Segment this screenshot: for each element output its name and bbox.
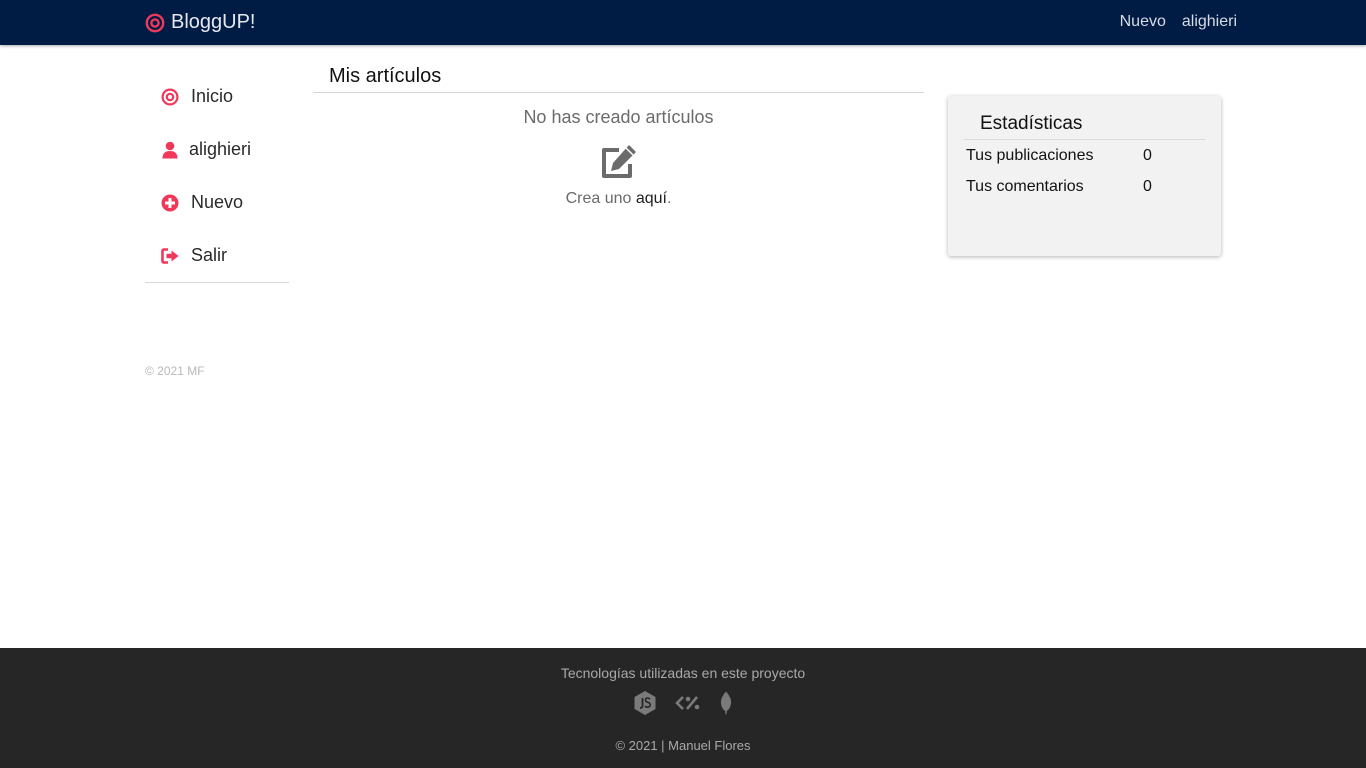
empty-state: No has creado artículos Crea uno aquí. <box>313 107 924 208</box>
stats-title: Estadísticas <box>964 110 1205 140</box>
sidebar-item-salir[interactable]: Salir <box>145 229 289 282</box>
sign-out-icon <box>161 247 179 265</box>
tech-icons <box>0 690 1366 721</box>
sidebar-item-nuevo[interactable]: Nuevo <box>145 176 289 229</box>
footer-title: Tecnologías utilizadas en este proyecto <box>560 665 806 681</box>
ejs-icon <box>675 693 701 718</box>
top-navbar: BloggUP! Nuevo alighieri <box>0 0 1366 45</box>
nav-user-link[interactable]: alighieri <box>1182 13 1237 31</box>
stats-row-posts: Tus publicaciones 0 <box>966 140 1221 171</box>
sidebar-item-label: alighieri <box>189 139 252 159</box>
sidebar: Inicio alighieri Nuevo Salir <box>145 70 289 283</box>
brand-link[interactable]: BloggUP! <box>145 11 256 34</box>
sidebar-item-label: Salir <box>191 245 228 265</box>
sidebar-item-profile[interactable]: alighieri <box>145 123 289 176</box>
sidebar-divider <box>145 282 289 283</box>
create-suffix: . <box>666 190 672 207</box>
target-icon <box>161 87 179 106</box>
empty-message: No has creado artículos <box>523 107 714 127</box>
stats-value: 0 <box>1143 146 1152 164</box>
navbar-links: Nuevo alighieri <box>1120 13 1237 31</box>
edit-icon[interactable] <box>599 144 639 180</box>
sidebar-item-label: Inicio <box>191 86 234 106</box>
page-footer: Tecnologías utilizadas en este proyecto … <box>0 648 1366 768</box>
nav-new-link[interactable]: Nuevo <box>1120 13 1166 31</box>
mongodb-leaf-icon <box>719 691 733 720</box>
stats-row-comments: Tus comentarios 0 <box>966 171 1221 202</box>
create-here-link[interactable]: aquí <box>636 190 667 207</box>
create-prompt: Crea uno aquí. <box>313 190 924 208</box>
footer-copyright: © 2021 | Manuel Flores <box>615 738 751 753</box>
target-icon <box>145 13 165 32</box>
sidebar-copyright: © 2021 MF <box>145 364 205 378</box>
user-icon <box>161 141 179 159</box>
stats-card: Estadísticas Tus publicaciones 0 Tus com… <box>948 96 1221 256</box>
plus-circle-icon <box>161 194 179 212</box>
sidebar-item-inicio[interactable]: Inicio <box>145 70 289 123</box>
brand-name: BloggUP! <box>171 11 256 33</box>
page-title: Mis artículos <box>313 60 924 93</box>
stats-label: Tus comentarios <box>966 177 1084 195</box>
sidebar-item-label: Nuevo <box>191 192 244 212</box>
stats-value: 0 <box>1143 177 1152 195</box>
main-content: Mis artículos No has creado artículos Cr… <box>313 60 924 208</box>
nodejs-icon <box>633 690 657 721</box>
create-prefix: Crea uno <box>565 190 632 207</box>
stats-label: Tus publicaciones <box>966 146 1094 164</box>
